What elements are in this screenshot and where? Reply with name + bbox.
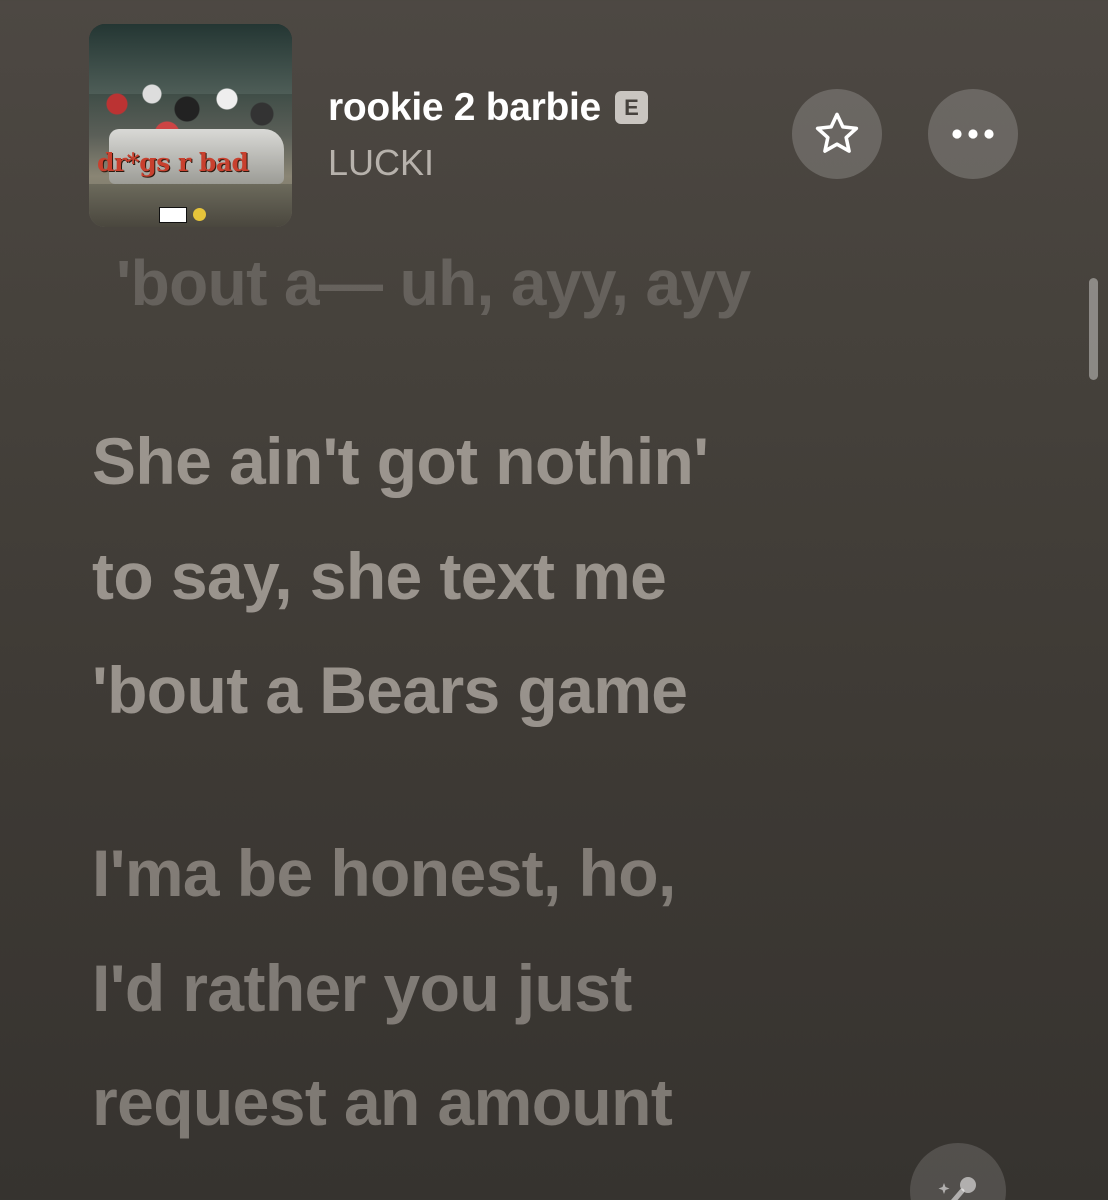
star-icon <box>815 112 859 153</box>
ellipsis-icon <box>952 129 994 139</box>
album-art-title: dr*gs r bad <box>97 148 249 177</box>
artist-name[interactable]: LUCKI <box>328 145 434 181</box>
lyrics-mic-button[interactable] <box>910 1143 1006 1200</box>
lyric-line-current[interactable]: to say, she text me <box>92 519 667 633</box>
more-options-button[interactable] <box>928 89 1018 179</box>
lyric-line-current[interactable]: 'bout a Bears game <box>92 633 688 747</box>
track-title-row[interactable]: rookie 2 barbie E <box>328 88 648 127</box>
parental-advisory-label <box>159 207 187 223</box>
track-title[interactable]: rookie 2 barbie <box>328 88 601 127</box>
album-art-ground <box>89 184 292 227</box>
favorite-button[interactable] <box>792 89 882 179</box>
album-art[interactable]: dr*gs r bad <box>89 24 292 227</box>
explicit-badge: E <box>614 91 648 124</box>
lyric-line-previous[interactable]: 'bout a— uh, ayy, ayy <box>116 226 751 340</box>
now-playing-header: dr*gs r bad rookie 2 barbie E LUCKI <box>0 0 1108 240</box>
microphone-sparkle-icon <box>938 1177 976 1200</box>
lyric-line-next[interactable]: request an amount <box>92 1045 673 1159</box>
lyrics-scrollbar[interactable] <box>1089 278 1098 380</box>
smiley-logo <box>193 208 206 221</box>
lyric-line-current[interactable]: She ain't got nothin' <box>92 404 709 518</box>
lyric-line-next[interactable]: I'd rather you just <box>92 931 632 1045</box>
lyric-line-next[interactable]: I'ma be honest, ho, <box>92 816 676 930</box>
